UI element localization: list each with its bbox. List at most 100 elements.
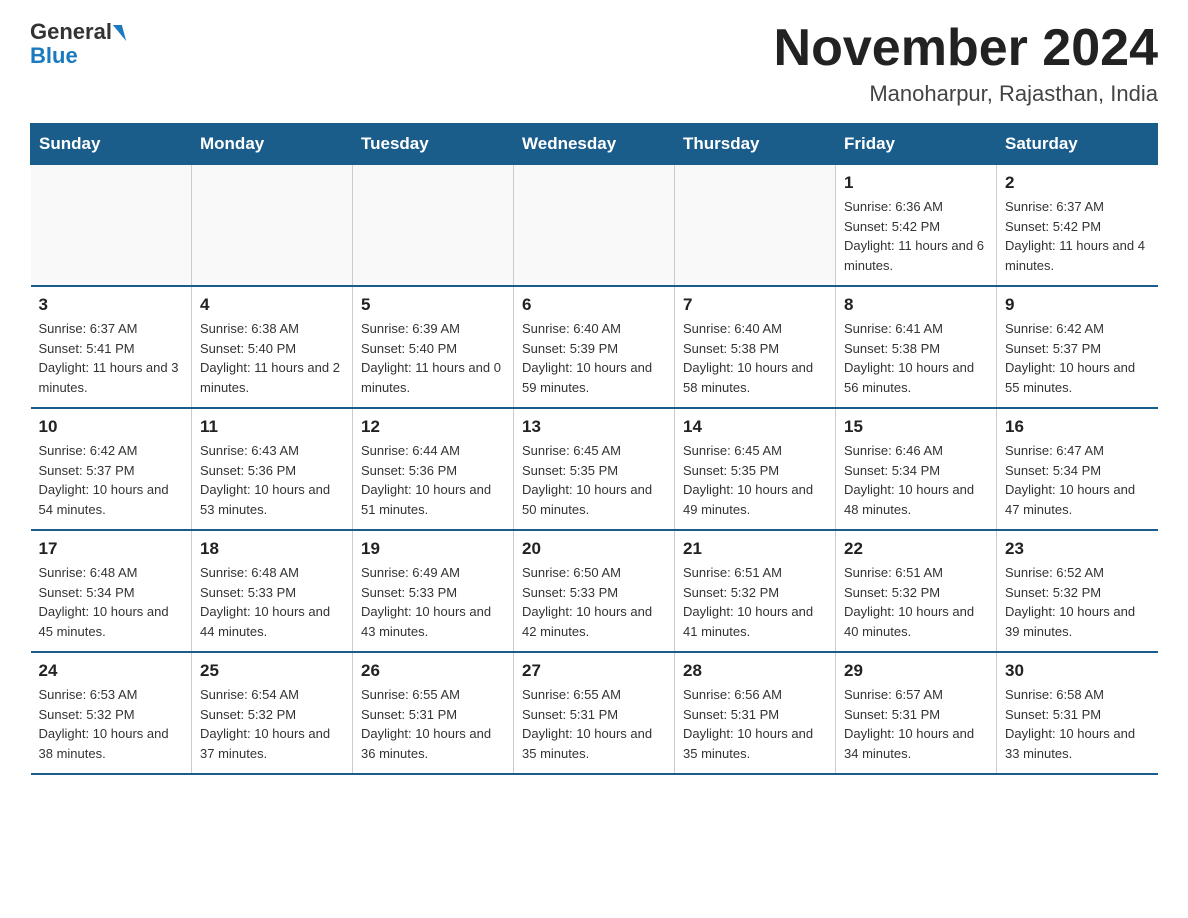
day-number: 6	[522, 295, 666, 315]
calendar-cell: 4Sunrise: 6:38 AMSunset: 5:40 PMDaylight…	[192, 286, 353, 408]
calendar-week-row: 1 Sunrise: 6:36 AMSunset: 5:42 PMDaylight…	[31, 165, 1158, 287]
calendar-cell: 25 Sunrise: 6:54 AMSunset: 5:32 PMDayligh…	[192, 652, 353, 774]
day-info: Sunrise: 6:36 AMSunset: 5:42 PMDaylight:…	[844, 197, 988, 275]
calendar-cell: 9 Sunrise: 6:42 AMSunset: 5:37 PMDaylight…	[997, 286, 1158, 408]
day-number: 19	[361, 539, 505, 559]
day-info: Sunrise: 6:51 AMSunset: 5:32 PMDaylight:…	[844, 563, 988, 641]
day-number: 29	[844, 661, 988, 681]
month-title: November 2024	[774, 20, 1158, 77]
weekday-header-friday: Friday	[836, 124, 997, 165]
day-info: Sunrise: 6:46 AMSunset: 5:34 PMDaylight:…	[844, 441, 988, 519]
calendar-cell: 11 Sunrise: 6:43 AMSunset: 5:36 PMDayligh…	[192, 408, 353, 530]
calendar-week-row: 10Sunrise: 6:42 AMSunset: 5:37 PMDayligh…	[31, 408, 1158, 530]
day-number: 5	[361, 295, 505, 315]
logo: General Blue	[30, 20, 124, 68]
page-header: General Blue November 2024 Manoharpur, R…	[30, 20, 1158, 107]
weekday-header-wednesday: Wednesday	[514, 124, 675, 165]
calendar-cell: 24 Sunrise: 6:53 AMSunset: 5:32 PMDayligh…	[31, 652, 192, 774]
calendar-cell: 14 Sunrise: 6:45 AMSunset: 5:35 PMDayligh…	[675, 408, 836, 530]
day-number: 24	[39, 661, 184, 681]
calendar-cell: 5Sunrise: 6:39 AMSunset: 5:40 PMDaylight…	[353, 286, 514, 408]
calendar-cell: 1 Sunrise: 6:36 AMSunset: 5:42 PMDaylight…	[836, 165, 997, 287]
calendar-cell: 16Sunrise: 6:47 AMSunset: 5:34 PMDayligh…	[997, 408, 1158, 530]
day-info: Sunrise: 6:54 AMSunset: 5:32 PMDaylight:…	[200, 685, 344, 763]
calendar-cell: 10Sunrise: 6:42 AMSunset: 5:37 PMDayligh…	[31, 408, 192, 530]
calendar-cell	[31, 165, 192, 287]
calendar-cell: 29 Sunrise: 6:57 AMSunset: 5:31 PMDayligh…	[836, 652, 997, 774]
day-info: Sunrise: 6:57 AMSunset: 5:31 PMDaylight:…	[844, 685, 988, 763]
day-number: 18	[200, 539, 344, 559]
day-number: 7	[683, 295, 827, 315]
day-info: Sunrise: 6:50 AMSunset: 5:33 PMDaylight:…	[522, 563, 666, 641]
calendar-cell	[192, 165, 353, 287]
calendar-cell: 19 Sunrise: 6:49 AMSunset: 5:33 PMDayligh…	[353, 530, 514, 652]
day-info: Sunrise: 6:43 AMSunset: 5:36 PMDaylight:…	[200, 441, 344, 519]
calendar-cell: 12Sunrise: 6:44 AMSunset: 5:36 PMDayligh…	[353, 408, 514, 530]
day-info: Sunrise: 6:51 AMSunset: 5:32 PMDaylight:…	[683, 563, 827, 641]
day-number: 27	[522, 661, 666, 681]
calendar-cell: 26Sunrise: 6:55 AMSunset: 5:31 PMDayligh…	[353, 652, 514, 774]
day-info: Sunrise: 6:41 AMSunset: 5:38 PMDaylight:…	[844, 319, 988, 397]
day-info: Sunrise: 6:56 AMSunset: 5:31 PMDaylight:…	[683, 685, 827, 763]
day-number: 11	[200, 417, 344, 437]
day-number: 25	[200, 661, 344, 681]
day-number: 20	[522, 539, 666, 559]
weekday-header-tuesday: Tuesday	[353, 124, 514, 165]
day-number: 21	[683, 539, 827, 559]
day-info: Sunrise: 6:48 AMSunset: 5:33 PMDaylight:…	[200, 563, 344, 641]
calendar-cell: 22Sunrise: 6:51 AMSunset: 5:32 PMDayligh…	[836, 530, 997, 652]
calendar-cell: 23Sunrise: 6:52 AMSunset: 5:32 PMDayligh…	[997, 530, 1158, 652]
calendar-table: SundayMondayTuesdayWednesdayThursdayFrid…	[30, 123, 1158, 775]
day-info: Sunrise: 6:38 AMSunset: 5:40 PMDaylight:…	[200, 319, 344, 397]
day-info: Sunrise: 6:37 AMSunset: 5:42 PMDaylight:…	[1005, 197, 1150, 275]
day-number: 17	[39, 539, 184, 559]
calendar-cell: 18 Sunrise: 6:48 AMSunset: 5:33 PMDayligh…	[192, 530, 353, 652]
day-info: Sunrise: 6:55 AMSunset: 5:31 PMDaylight:…	[361, 685, 505, 763]
day-number: 28	[683, 661, 827, 681]
weekday-header-row: SundayMondayTuesdayWednesdayThursdayFrid…	[31, 124, 1158, 165]
calendar-cell: 20 Sunrise: 6:50 AMSunset: 5:33 PMDayligh…	[514, 530, 675, 652]
title-block: November 2024 Manoharpur, Rajasthan, Ind…	[774, 20, 1158, 107]
calendar-cell: 8 Sunrise: 6:41 AMSunset: 5:38 PMDaylight…	[836, 286, 997, 408]
day-info: Sunrise: 6:52 AMSunset: 5:32 PMDaylight:…	[1005, 563, 1150, 641]
day-info: Sunrise: 6:40 AMSunset: 5:39 PMDaylight:…	[522, 319, 666, 397]
day-number: 30	[1005, 661, 1150, 681]
day-number: 9	[1005, 295, 1150, 315]
day-info: Sunrise: 6:42 AMSunset: 5:37 PMDaylight:…	[1005, 319, 1150, 397]
day-info: Sunrise: 6:49 AMSunset: 5:33 PMDaylight:…	[361, 563, 505, 641]
calendar-cell: 13 Sunrise: 6:45 AMSunset: 5:35 PMDayligh…	[514, 408, 675, 530]
day-info: Sunrise: 6:48 AMSunset: 5:34 PMDaylight:…	[39, 563, 184, 641]
day-number: 8	[844, 295, 988, 315]
calendar-cell	[514, 165, 675, 287]
day-number: 16	[1005, 417, 1150, 437]
calendar-cell: 21 Sunrise: 6:51 AMSunset: 5:32 PMDayligh…	[675, 530, 836, 652]
day-info: Sunrise: 6:45 AMSunset: 5:35 PMDaylight:…	[522, 441, 666, 519]
day-info: Sunrise: 6:58 AMSunset: 5:31 PMDaylight:…	[1005, 685, 1150, 763]
day-number: 1	[844, 173, 988, 193]
weekday-header-monday: Monday	[192, 124, 353, 165]
day-number: 3	[39, 295, 184, 315]
day-info: Sunrise: 6:53 AMSunset: 5:32 PMDaylight:…	[39, 685, 184, 763]
calendar-week-row: 3 Sunrise: 6:37 AMSunset: 5:41 PMDaylight…	[31, 286, 1158, 408]
calendar-cell: 7 Sunrise: 6:40 AMSunset: 5:38 PMDaylight…	[675, 286, 836, 408]
day-info: Sunrise: 6:37 AMSunset: 5:41 PMDaylight:…	[39, 319, 184, 397]
day-number: 2	[1005, 173, 1150, 193]
calendar-cell	[353, 165, 514, 287]
day-info: Sunrise: 6:55 AMSunset: 5:31 PMDaylight:…	[522, 685, 666, 763]
calendar-cell: 30 Sunrise: 6:58 AMSunset: 5:31 PMDayligh…	[997, 652, 1158, 774]
day-number: 12	[361, 417, 505, 437]
calendar-cell	[675, 165, 836, 287]
day-info: Sunrise: 6:40 AMSunset: 5:38 PMDaylight:…	[683, 319, 827, 397]
day-number: 15	[844, 417, 988, 437]
weekday-header-thursday: Thursday	[675, 124, 836, 165]
day-number: 14	[683, 417, 827, 437]
day-number: 13	[522, 417, 666, 437]
calendar-cell: 15 Sunrise: 6:46 AMSunset: 5:34 PMDayligh…	[836, 408, 997, 530]
calendar-cell: 6 Sunrise: 6:40 AMSunset: 5:39 PMDaylight…	[514, 286, 675, 408]
calendar-week-row: 24 Sunrise: 6:53 AMSunset: 5:32 PMDayligh…	[31, 652, 1158, 774]
location-title: Manoharpur, Rajasthan, India	[774, 81, 1158, 107]
day-info: Sunrise: 6:45 AMSunset: 5:35 PMDaylight:…	[683, 441, 827, 519]
logo-text: General	[30, 20, 124, 44]
calendar-week-row: 17 Sunrise: 6:48 AMSunset: 5:34 PMDayligh…	[31, 530, 1158, 652]
weekday-header-sunday: Sunday	[31, 124, 192, 165]
